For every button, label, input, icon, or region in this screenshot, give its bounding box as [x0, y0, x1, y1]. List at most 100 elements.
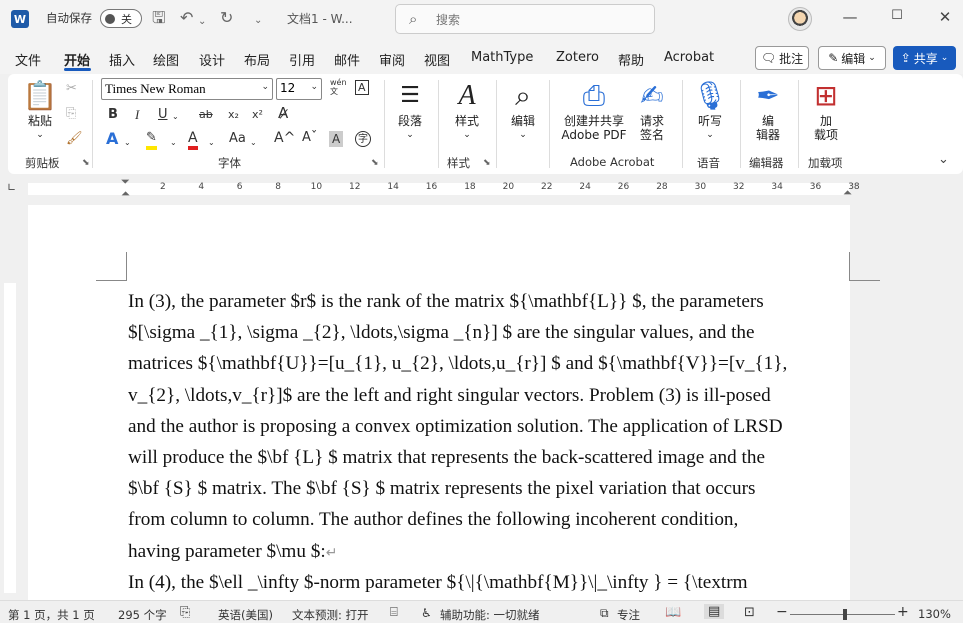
proofing-icon[interactable]: ⎘	[180, 605, 190, 620]
document-body[interactable]: In (3), the parameter $r$ is the rank of…	[128, 286, 848, 598]
margin-corner-top-right	[849, 252, 880, 281]
comments-button[interactable]: 🗨 批注	[755, 46, 809, 70]
tab-draw[interactable]: 绘图	[153, 50, 179, 69]
font-size-combo[interactable]: ⌄	[276, 78, 322, 100]
right-indent-icon[interactable]: ⏶	[843, 186, 852, 200]
chevron-down-icon[interactable]: ⌄	[170, 135, 177, 151]
autosave-toggle[interactable]: 关	[100, 9, 142, 28]
minimize-icon[interactable]: —	[840, 8, 860, 26]
editing-mode-button[interactable]: ✎ 编辑 ⌄	[818, 46, 886, 70]
create-pdf-button[interactable]: ⎙ 创建并共享 Adobe PDF	[558, 80, 630, 143]
save-icon[interactable]: 🖫	[152, 9, 166, 27]
character-border-icon[interactable]: A	[355, 80, 369, 95]
chevron-down-icon[interactable]: ⌄	[172, 109, 179, 125]
tab-selector-icon[interactable]: ∟	[7, 181, 16, 194]
toggle-knob-icon	[105, 14, 115, 24]
zoom-out-button[interactable]: −	[776, 604, 788, 620]
chevron-down-icon[interactable]: ⌄	[124, 135, 131, 151]
italic-icon[interactable]: I	[135, 107, 139, 123]
web-layout-icon[interactable]: ⊡	[744, 605, 755, 620]
tab-layout[interactable]: 布局	[244, 50, 270, 69]
paragraph-button[interactable]: ☰ 段落 ⌄	[393, 80, 427, 142]
tab-insert[interactable]: 插入	[109, 50, 135, 69]
styles-button[interactable]: A 样式 ⌄	[450, 80, 484, 142]
phonetic-guide-icon[interactable]: wén 文	[330, 78, 347, 96]
request-signature-button[interactable]: ✍ 请求 签名	[634, 80, 670, 143]
tab-acrobat[interactable]: Acrobat	[664, 50, 714, 65]
tab-design[interactable]: 设计	[199, 50, 225, 69]
editing-label: 编辑	[510, 114, 535, 128]
chevron-down-icon[interactable]: ⌄	[310, 82, 318, 92]
focus-mode-button[interactable]: 专注	[617, 607, 640, 623]
document-title[interactable]: 文档1 - W...	[287, 10, 353, 27]
grow-font-icon[interactable]: A^	[274, 130, 295, 146]
undo-icon[interactable]: ↶	[180, 9, 193, 27]
subscript-icon[interactable]: x₂	[228, 107, 239, 123]
undo-dropdown-icon[interactable]: ⌄	[198, 13, 206, 31]
bold-icon[interactable]: B	[108, 107, 118, 123]
text-effects-icon[interactable]: A	[106, 131, 118, 147]
tab-view[interactable]: 视图	[424, 50, 450, 69]
search-box[interactable]: ⌕	[395, 4, 655, 34]
tab-references[interactable]: 引用	[289, 50, 315, 69]
ruler-number: 10	[310, 182, 323, 192]
underline-icon[interactable]: U	[158, 107, 168, 123]
shrink-font-icon[interactable]: Aˇ	[302, 130, 317, 146]
share-button[interactable]: ⇪ 共享 ⌄	[893, 46, 956, 70]
maximize-icon[interactable]: ☐	[887, 8, 907, 23]
vertical-scrollbar[interactable]	[950, 205, 963, 600]
dialog-launcher-icon[interactable]: ⬊	[483, 158, 491, 168]
chevron-down-icon[interactable]: ⌄	[261, 82, 269, 92]
change-case-icon[interactable]: Aa	[229, 131, 246, 147]
close-icon[interactable]: ✕	[935, 8, 955, 26]
tab-zotero[interactable]: Zotero	[556, 50, 599, 65]
tab-help[interactable]: 帮助	[618, 50, 644, 69]
tab-file[interactable]: 文件	[15, 50, 41, 69]
read-mode-icon[interactable]: 📖	[665, 605, 681, 620]
font-color-icon[interactable]: A	[188, 130, 198, 150]
zoom-in-button[interactable]: +	[897, 604, 909, 620]
font-size-input[interactable]	[280, 81, 310, 95]
page-count[interactable]: 第 1 页，共 1 页	[8, 607, 95, 623]
redo-icon[interactable]: ↻	[220, 9, 233, 27]
tab-review[interactable]: 审阅	[379, 50, 405, 69]
first-line-indent-icon[interactable]: ⏷ ⏶	[121, 176, 130, 200]
font-name-combo[interactable]: ⌄	[101, 78, 273, 100]
customize-toolbar-icon[interactable]: ⌄	[254, 12, 262, 30]
editing-button[interactable]: ⌕ 编辑 ⌄	[506, 80, 540, 142]
tab-home[interactable]: 开始	[64, 50, 90, 69]
clear-formatting-icon[interactable]: A̷	[278, 105, 288, 121]
avatar[interactable]	[788, 7, 812, 31]
highlight-icon[interactable]: ✎	[146, 130, 157, 150]
cut-icon[interactable]: ✂	[66, 81, 77, 97]
tab-mailings[interactable]: 邮件	[334, 50, 360, 69]
chevron-down-icon[interactable]: ⌄	[208, 135, 215, 151]
macro-icon[interactable]: ⌸	[390, 605, 398, 620]
word-count[interactable]: 295 个字	[118, 607, 167, 623]
format-painter-icon[interactable]: 🖌	[66, 131, 83, 147]
accessibility-status[interactable]: 辅助功能: 一切就绪	[440, 607, 540, 623]
collapse-ribbon-icon[interactable]: ⌄	[938, 152, 949, 167]
strikethrough-icon[interactable]: ab	[199, 107, 213, 123]
tab-mathtype[interactable]: MathType	[471, 50, 533, 65]
addins-button[interactable]: ⊞ 加 载项	[808, 80, 844, 143]
paste-button[interactable]: 📋 粘贴 ⌄	[23, 80, 58, 142]
superscript-icon[interactable]: x²	[252, 107, 263, 123]
zoom-level[interactable]: 130%	[918, 607, 951, 621]
print-layout-icon[interactable]: ▤	[704, 604, 725, 619]
enclose-characters-icon[interactable]: 字	[355, 131, 371, 147]
chevron-down-icon[interactable]: ⌄	[250, 135, 257, 151]
editor-button[interactable]: ✒ 编 辑器	[750, 80, 786, 143]
search-input[interactable]	[436, 11, 636, 29]
dictate-button[interactable]: 🎙 听写 ⌄	[692, 80, 728, 142]
language-status[interactable]: 英语(美国)	[218, 607, 273, 623]
zoom-slider-thumb[interactable]	[843, 609, 847, 620]
font-name-input[interactable]	[105, 81, 255, 97]
ruler-track[interactable]	[28, 183, 850, 195]
copy-icon[interactable]: ⎘	[66, 106, 76, 122]
dialog-launcher-icon[interactable]: ⬊	[371, 158, 379, 168]
character-shading-icon[interactable]: A	[329, 131, 344, 147]
text-prediction-status[interactable]: 文本预测: 打开	[292, 607, 369, 623]
vertical-ruler-track[interactable]	[4, 283, 16, 593]
dialog-launcher-icon[interactable]: ⬊	[82, 158, 90, 168]
